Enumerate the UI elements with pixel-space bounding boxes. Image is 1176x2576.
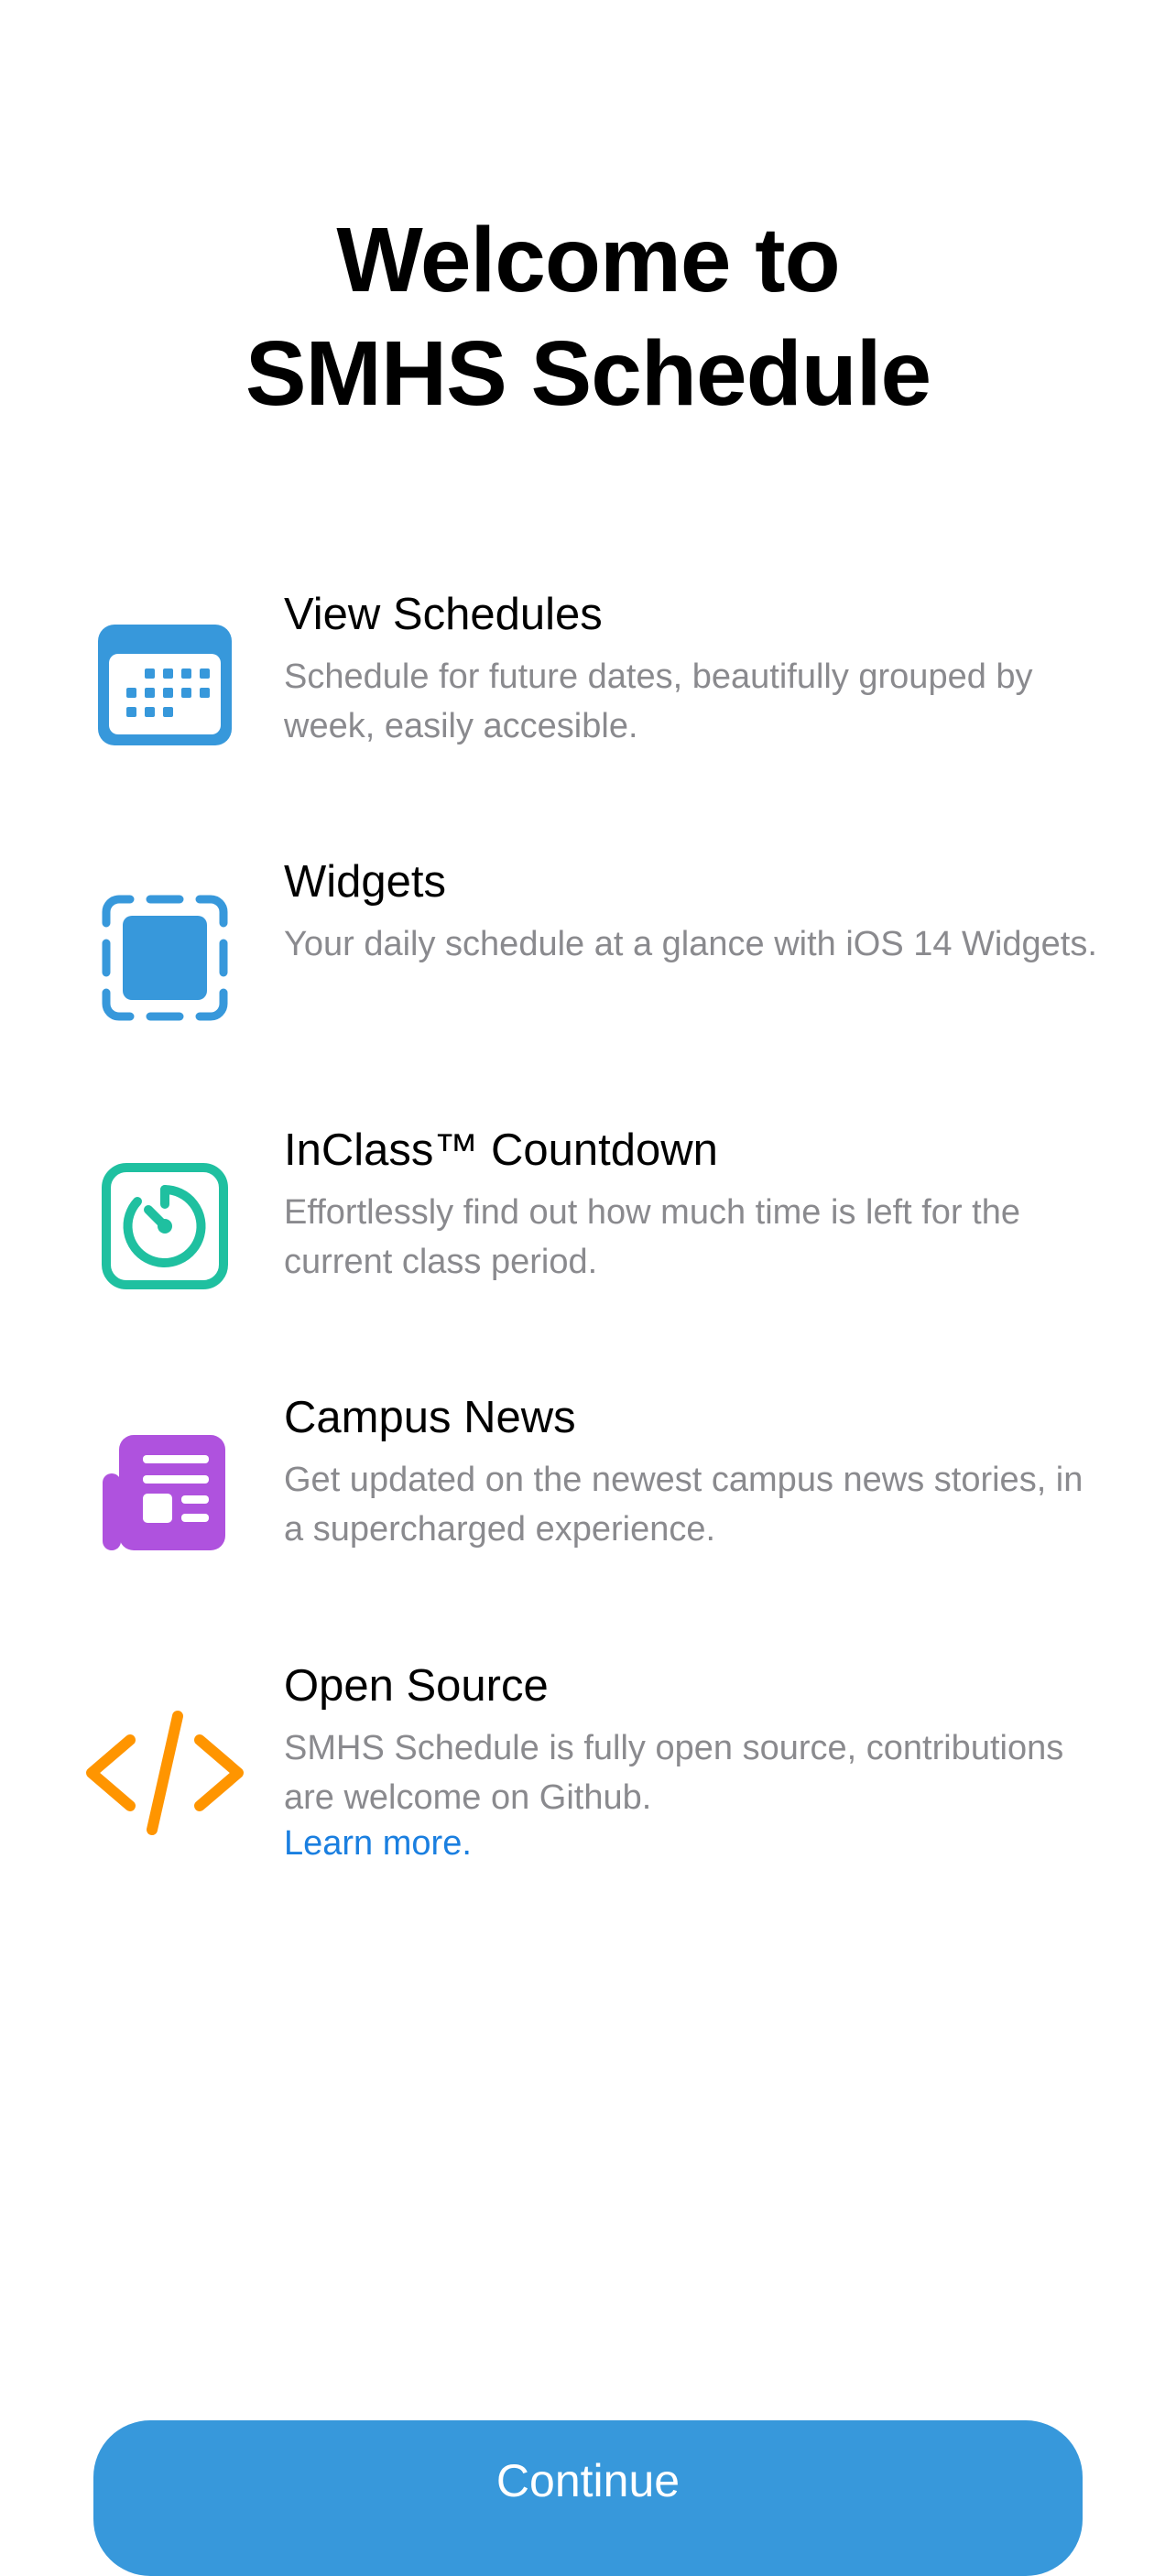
- feature-view-schedules: View Schedules Schedule for future dates…: [0, 586, 1176, 797]
- code-icon: [84, 1692, 245, 1853]
- feature-title: View Schedules: [284, 590, 603, 639]
- feature-description: Your daily schedule at a glance with iOS…: [284, 925, 1097, 963]
- newspaper-icon: [84, 1413, 245, 1574]
- feature-widgets: Widgets Your daily schedule at a glance …: [0, 853, 1176, 1064]
- feature-description: Effortlessly find out how much time is l…: [284, 1193, 1020, 1281]
- widget-icon: [84, 877, 245, 1038]
- continue-button[interactable]: Continue: [93, 2420, 1083, 2576]
- feature-title: Campus News: [284, 1393, 576, 1442]
- feature-open-source: Open Source SMHS Schedule is fully open …: [0, 1658, 1176, 1896]
- feature-inclass-countdown: InClass™ Countdown Effortlessly find out…: [0, 1122, 1176, 1332]
- feature-description: Get updated on the newest campus news st…: [284, 1461, 1083, 1549]
- feature-title: InClass™ Countdown: [284, 1125, 718, 1175]
- learn-more-link[interactable]: Learn more.: [284, 1822, 1108, 1864]
- feature-description: Schedule for future dates, beautifully g…: [284, 658, 1033, 745]
- feature-title: Widgets: [284, 857, 447, 907]
- calendar-icon: [84, 604, 245, 766]
- feature-campus-news: Campus News Get updated on the newest ca…: [0, 1389, 1176, 1600]
- timer-icon: [84, 1146, 245, 1307]
- title-line-1: Welcome to: [336, 209, 840, 311]
- page-title: Welcome to SMHS Schedule: [0, 203, 1176, 430]
- continue-button-label: Continue: [495, 2455, 681, 2506]
- feature-title: Open Source: [284, 1661, 549, 1711]
- title-line-2: SMHS Schedule: [245, 322, 931, 425]
- feature-description: SMHS Schedule is fully open source, cont…: [284, 1729, 1064, 1817]
